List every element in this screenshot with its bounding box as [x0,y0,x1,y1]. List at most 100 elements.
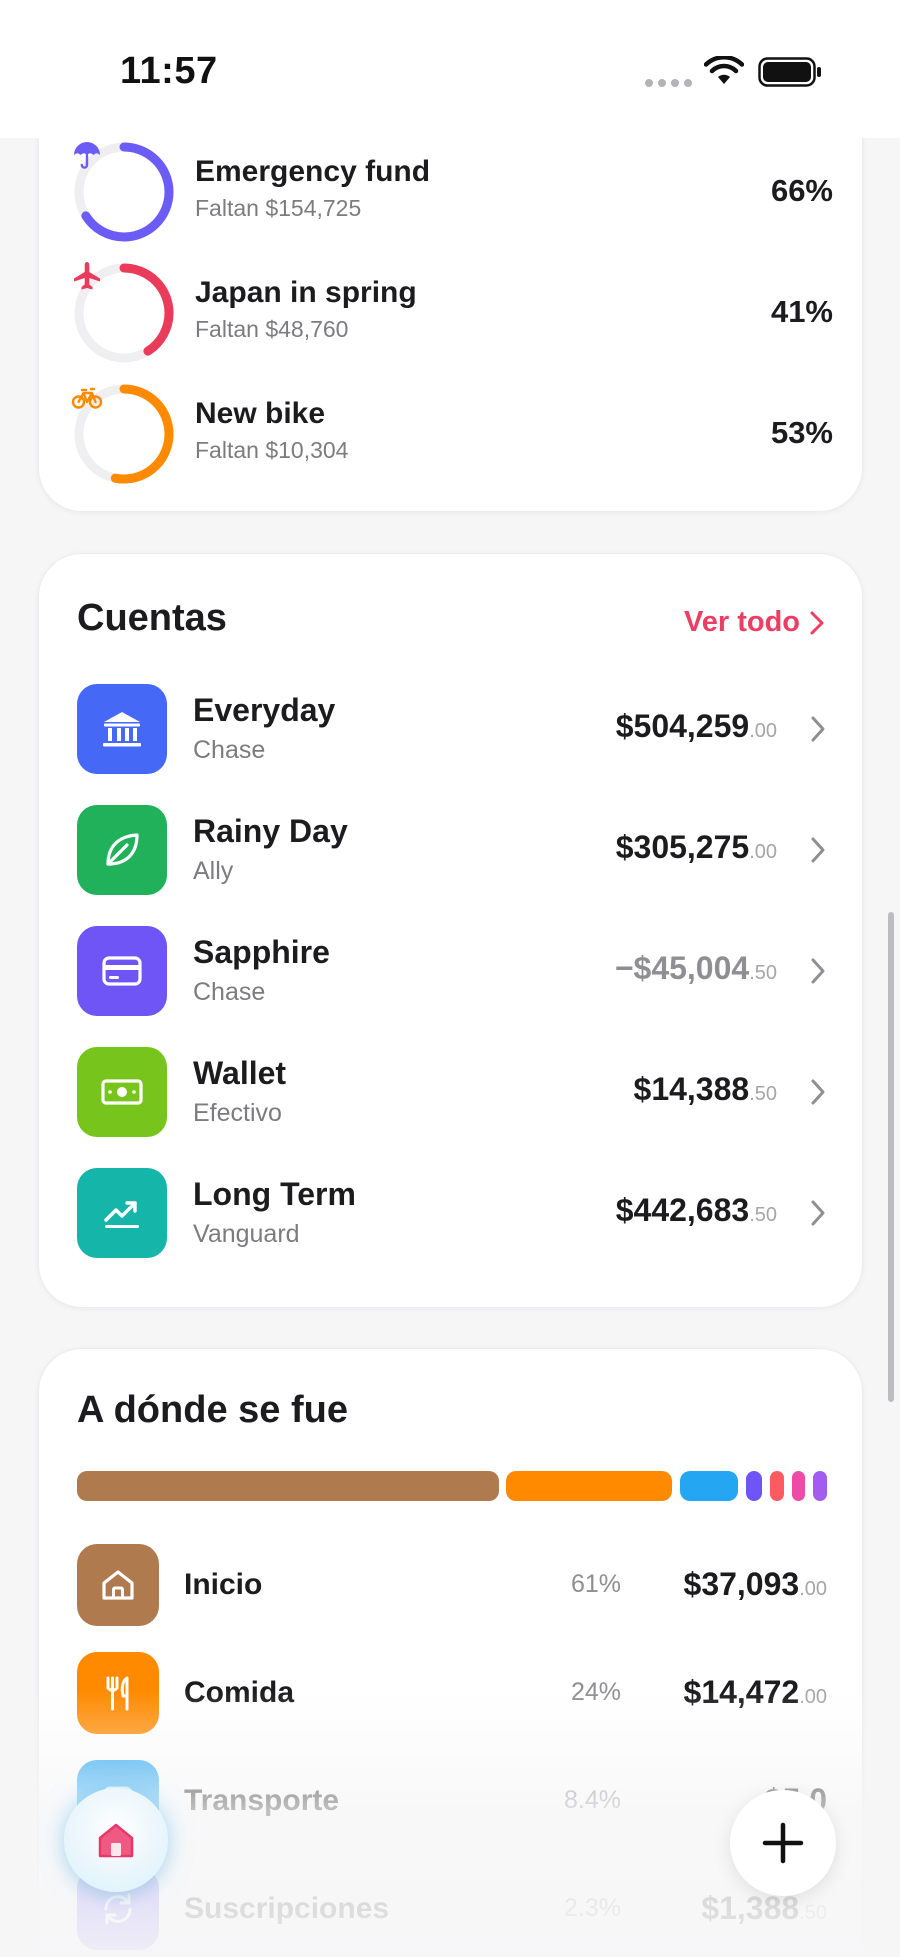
balance-main: $504,259 [615,708,750,744]
category-icon-tile [77,1544,159,1626]
balance-main: $305,275 [615,829,750,865]
chevron-right-icon [811,837,825,863]
account-balance: $442,683.50 [616,1192,777,1229]
spending-bar-segment [746,1471,763,1501]
goal-name: Emergency fund [195,155,431,188]
plus-icon [762,1822,804,1864]
account-icon-tile [77,1168,167,1258]
category-amount: $14,472.00 [684,1674,827,1711]
category-amount: $37,093.00 [684,1566,827,1603]
chevron-right-icon [811,716,825,742]
account-row-long-term[interactable]: Long Term Vanguard $442,683.50 [77,1168,827,1258]
category-row-transporte[interactable]: Transporte 8.4% $5,0 [77,1760,827,1842]
account-balance: $305,275.00 [616,829,777,866]
account-name: Everyday [193,692,336,728]
category-icon-tile [77,1652,159,1734]
account-icon-tile [77,926,167,1016]
category-name: Transporte [184,1784,340,1817]
account-name: Long Term [193,1176,356,1212]
goal-row-emergency-fund[interactable]: Emergency fund Faltan $154,725 66% [71,139,833,245]
balance-cents: .50 [749,1083,777,1105]
goal-progress-ring [71,381,177,487]
amount-main: $37,093 [683,1566,800,1602]
home-tab-button[interactable] [64,1788,168,1892]
account-institution: Ally [193,857,234,885]
goal-remaining: Faltan $10,304 [195,437,349,463]
account-name: Rainy Day [193,813,348,849]
account-row-sapphire[interactable]: Sapphire Chase −$45,004.50 [77,926,827,1016]
see-all-label: Ver todo [683,606,800,638]
spending-bar-segment [506,1471,673,1501]
account-name: Sapphire [193,934,330,970]
account-icon-tile [77,1047,167,1137]
category-row-inicio[interactable]: Inicio 61% $37,093.00 [77,1544,827,1626]
goal-remaining: Faltan $154,725 [195,195,362,221]
goal-percent: 66% [770,173,833,208]
balance-main: $442,683 [615,1192,750,1228]
status-time: 11:57 [120,50,218,92]
leaf-icon [106,833,139,866]
goal-row-japan-in-spring[interactable]: Japan in spring Faltan $48,760 41% [71,260,833,366]
category-percent: 2.3% [564,1894,621,1922]
amount-cents: .00 [799,1686,827,1708]
goal-percent: 53% [770,415,833,450]
umbrella-icon [74,142,100,169]
balance-main: $14,388 [633,1071,750,1107]
balance-cents: .50 [749,1204,777,1226]
account-icon-tile [77,805,167,895]
account-balance: −$45,004.50 [615,950,777,987]
category-percent: 61% [570,1570,621,1598]
amount-cents: .00 [799,1578,827,1600]
see-all-accounts-link[interactable]: Ver todo [684,606,824,639]
add-button[interactable] [730,1790,836,1896]
spending-bar-segment [77,1471,499,1501]
spending-bar-segment [813,1471,827,1501]
amount-main: $14,472 [683,1674,800,1710]
account-row-everyday[interactable]: Everyday Chase $504,259.00 [77,684,827,774]
account-row-rainy-day[interactable]: Rainy Day Ally $305,275.00 [77,805,827,895]
chart-up-icon [104,1201,139,1228]
chevron-right-icon [811,1200,825,1226]
goal-name: Japan in spring [195,276,417,309]
spending-bar-segment [791,1471,806,1501]
category-percent: 24% [570,1678,621,1706]
amount-cents: .50 [799,1902,827,1924]
category-percent: 8.4% [564,1786,621,1814]
goal-progress-ring [71,139,177,245]
chevron-right-icon [811,958,825,984]
balance-cents: .00 [749,841,777,863]
account-institution: Chase [193,736,266,764]
scroll-indicator[interactable] [888,912,894,1402]
cellular-signal-icon [645,79,692,87]
account-row-wallet[interactable]: Wallet Efectivo $14,388.50 [77,1047,827,1137]
account-icon-tile [77,684,167,774]
category-row-comida[interactable]: Comida 24% $14,472.00 [77,1652,827,1734]
category-row-suscripciones[interactable]: Suscripciones 2.3% $1,388.50 [77,1868,827,1950]
wifi-icon [704,56,744,84]
account-institution: Chase [193,978,266,1006]
account-balance: $14,388.50 [634,1071,777,1108]
status-bar: 11:57 [0,0,900,138]
category-name: Inicio [184,1568,263,1601]
cash-icon [101,1079,143,1105]
spending-breakdown-bar [77,1471,827,1501]
battery-icon [758,57,821,87]
account-balance: $504,259.00 [616,708,777,745]
accounts-title: Cuentas [77,597,227,639]
account-institution: Vanguard [193,1220,300,1248]
category-name: Suscripciones [184,1892,390,1925]
balance-cents: .00 [749,720,777,742]
chevron-right-icon [810,611,824,634]
goal-row-new-bike[interactable]: New bike Faltan $10,304 53% [71,381,833,487]
bicycle-icon [71,387,103,409]
balance-cents: .50 [749,962,777,984]
spending-bar-segment [769,1471,784,1501]
balance-main: −$45,004 [614,950,750,986]
spending-bar-segment [680,1471,739,1501]
repeat-icon [104,1893,132,1925]
goal-percent: 41% [770,294,833,329]
category-amount: $1,388.50 [701,1890,827,1927]
credit-card-icon [102,956,142,986]
chevron-right-icon [811,1079,825,1105]
accounts-card: Cuentas Ver todo Everyday Chase $504,259… [38,553,863,1308]
